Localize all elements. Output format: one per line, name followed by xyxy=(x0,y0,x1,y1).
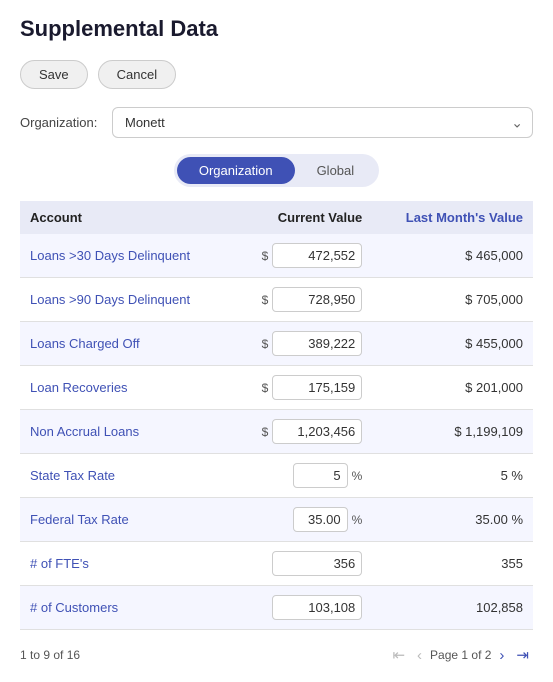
dollar-sign: $ xyxy=(262,249,269,263)
account-name-cell: Loans >90 Days Delinquent xyxy=(20,278,231,322)
number-input-group xyxy=(241,595,362,620)
table-row: Loan Recoveries $ $ 201,000 xyxy=(20,366,533,410)
pagination-controls: ⇤ ‹ Page 1 of 2 › ⇥ xyxy=(388,644,533,666)
last-months-value-cell: $ 1,199,109 xyxy=(372,410,533,454)
number-input-group xyxy=(241,551,362,576)
current-value-cell: $ xyxy=(231,410,372,454)
table-header-row: Account Current Value Last Month's Value xyxy=(20,201,533,234)
account-name-cell: # of Customers xyxy=(20,586,231,630)
current-value-cell: $ xyxy=(231,366,372,410)
account-name-cell: # of FTE's xyxy=(20,542,231,586)
organization-row: Organization: Monett Other Org ⌄ xyxy=(20,107,533,138)
currency-input-group: $ xyxy=(241,331,362,356)
account-name-cell: Federal Tax Rate xyxy=(20,498,231,542)
pagination-range: 1 to 9 of 16 xyxy=(20,648,80,662)
current-value-cell: $ xyxy=(231,322,372,366)
currency-input[interactable] xyxy=(272,375,362,400)
last-months-value-cell: 5 % xyxy=(372,454,533,498)
dollar-sign: $ xyxy=(262,425,269,439)
percent-input[interactable] xyxy=(293,463,348,488)
last-months-value-cell: 355 xyxy=(372,542,533,586)
currency-input-group: $ xyxy=(241,243,362,268)
table-row: Loans Charged Off $ $ 455,000 xyxy=(20,322,533,366)
next-page-button[interactable]: › xyxy=(495,645,508,666)
tab-organization[interactable]: Organization xyxy=(177,157,295,184)
percent-input-group: % xyxy=(241,463,362,488)
currency-input[interactable] xyxy=(272,331,362,356)
account-name-cell: Loan Recoveries xyxy=(20,366,231,410)
col-account: Account xyxy=(20,201,231,234)
col-current-value: Current Value xyxy=(231,201,372,234)
current-value-cell: % xyxy=(231,454,372,498)
table-row: Loans >30 Days Delinquent $ $ 465,000 xyxy=(20,234,533,278)
organization-select[interactable]: Monett Other Org xyxy=(112,107,533,138)
table-row: # of Customers 102,858 xyxy=(20,586,533,630)
currency-input[interactable] xyxy=(272,419,362,444)
pagination-row: 1 to 9 of 16 ⇤ ‹ Page 1 of 2 › ⇥ xyxy=(20,644,533,666)
currency-input[interactable] xyxy=(272,243,362,268)
current-value-cell: $ xyxy=(231,234,372,278)
last-months-value-cell: $ 465,000 xyxy=(372,234,533,278)
currency-input-group: $ xyxy=(241,287,362,312)
col-last-months-value: Last Month's Value xyxy=(372,201,533,234)
current-value-cell: % xyxy=(231,498,372,542)
page-title: Supplemental Data xyxy=(20,16,533,42)
account-name-cell: Loans Charged Off xyxy=(20,322,231,366)
table-row: Federal Tax Rate% 35.00 % xyxy=(20,498,533,542)
table-row: Loans >90 Days Delinquent $ $ 705,000 xyxy=(20,278,533,322)
organization-select-wrapper: Monett Other Org ⌄ xyxy=(112,107,533,138)
supplemental-data-table: Account Current Value Last Month's Value… xyxy=(20,201,533,630)
first-page-button[interactable]: ⇤ xyxy=(388,644,409,666)
last-months-value-cell: $ 705,000 xyxy=(372,278,533,322)
last-months-value-cell: $ 455,000 xyxy=(372,322,533,366)
percent-input-group: % xyxy=(241,507,362,532)
last-months-value-cell: 35.00 % xyxy=(372,498,533,542)
table-row: State Tax Rate% 5 % xyxy=(20,454,533,498)
number-input[interactable] xyxy=(272,595,362,620)
cancel-button[interactable]: Cancel xyxy=(98,60,176,89)
current-value-cell: $ xyxy=(231,278,372,322)
currency-input[interactable] xyxy=(272,287,362,312)
dollar-sign: $ xyxy=(262,337,269,351)
current-value-cell xyxy=(231,542,372,586)
percent-sign: % xyxy=(352,513,363,527)
tab-global[interactable]: Global xyxy=(295,157,377,184)
tab-group: Organization Global xyxy=(174,154,379,187)
prev-page-button[interactable]: ‹ xyxy=(413,645,426,666)
account-name-cell: Loans >30 Days Delinquent xyxy=(20,234,231,278)
table-row: Non Accrual Loans $ $ 1,199,109 xyxy=(20,410,533,454)
account-name-cell: State Tax Rate xyxy=(20,454,231,498)
currency-input-group: $ xyxy=(241,419,362,444)
number-input[interactable] xyxy=(272,551,362,576)
dollar-sign: $ xyxy=(262,293,269,307)
currency-input-group: $ xyxy=(241,375,362,400)
toolbar: Save Cancel xyxy=(20,60,533,89)
current-value-cell xyxy=(231,586,372,630)
table-row: # of FTE's 355 xyxy=(20,542,533,586)
last-page-button[interactable]: ⇥ xyxy=(512,644,533,666)
last-months-value-cell: $ 201,000 xyxy=(372,366,533,410)
save-button[interactable]: Save xyxy=(20,60,88,89)
organization-label: Organization: xyxy=(20,115,100,130)
account-name-cell: Non Accrual Loans xyxy=(20,410,231,454)
dollar-sign: $ xyxy=(262,381,269,395)
last-months-value-cell: 102,858 xyxy=(372,586,533,630)
page-indicator: Page 1 of 2 xyxy=(430,648,491,662)
percent-sign: % xyxy=(352,469,363,483)
percent-input[interactable] xyxy=(293,507,348,532)
